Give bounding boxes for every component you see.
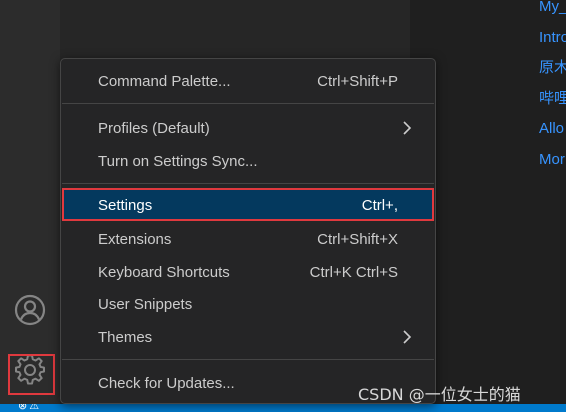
- status-bar: ⊗⚠: [0, 404, 566, 412]
- menu-item-extensions[interactable]: Extensions Ctrl+Shift+X: [62, 223, 434, 255]
- menu-separator: [62, 183, 434, 184]
- accounts-button[interactable]: [8, 292, 52, 332]
- status-icons[interactable]: ⊗⚠: [18, 404, 41, 412]
- chevron-right-icon: [400, 121, 414, 135]
- menu-item-keyboard-shortcuts[interactable]: Keyboard Shortcuts Ctrl+K Ctrl+S: [62, 256, 434, 288]
- watermark: CSDN @一位女士的猫: [358, 385, 521, 404]
- menu-item-label: Themes: [98, 328, 153, 346]
- activity-bar: [0, 0, 60, 404]
- menu-item-shortcut: Ctrl+Shift+P: [317, 72, 398, 90]
- menu-item-shortcut: Ctrl+Shift+X: [317, 230, 398, 248]
- menu-item-command-palette[interactable]: Command Palette... Ctrl+Shift+P: [62, 65, 434, 97]
- editor-link[interactable]: My_: [539, 0, 566, 23]
- manage-button[interactable]: [8, 352, 55, 395]
- editor-link[interactable]: Mor: [539, 145, 566, 176]
- menu-item-shortcut: Ctrl+,: [361, 196, 398, 214]
- editor-link[interactable]: Intro: [539, 23, 566, 54]
- menu-item-label: Turn on Settings Sync...: [98, 152, 258, 170]
- menu-item-themes[interactable]: Themes: [62, 321, 434, 353]
- menu-item-label: Profiles (Default): [98, 119, 210, 137]
- menu-item-user-snippets[interactable]: User Snippets: [62, 288, 434, 320]
- manage-button-highlight: [8, 354, 55, 395]
- account-icon: [14, 294, 46, 330]
- menu-item-profiles[interactable]: Profiles (Default): [62, 112, 434, 144]
- chevron-right-icon: [400, 330, 414, 344]
- menu-item-shortcut: Ctrl+K Ctrl+S: [309, 263, 398, 281]
- menu-item-settings-sync[interactable]: Turn on Settings Sync...: [62, 145, 434, 177]
- menu-item-settings[interactable]: Settings Ctrl+,: [62, 189, 434, 221]
- manage-context-menu: Command Palette... Ctrl+Shift+P Profiles…: [60, 58, 436, 404]
- editor-link[interactable]: 哔哩: [539, 84, 566, 115]
- editor-link[interactable]: Allo: [539, 114, 566, 145]
- menu-separator: [62, 103, 434, 104]
- editor-link-list: My_ Intro 原木 哔哩 Allo Mor: [539, 0, 566, 175]
- menu-item-label: User Snippets: [98, 295, 193, 313]
- editor-link[interactable]: 原木: [539, 53, 566, 84]
- menu-separator: [62, 359, 434, 360]
